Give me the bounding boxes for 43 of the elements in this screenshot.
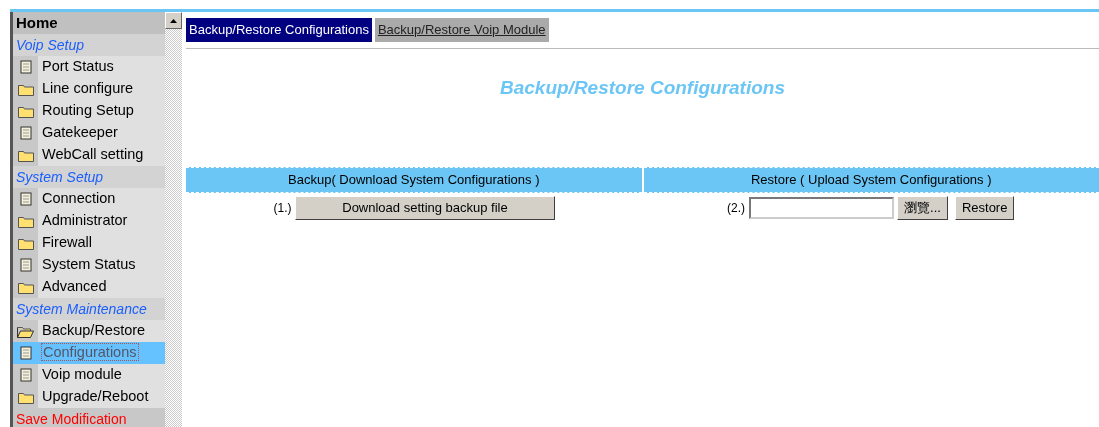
section-header: Backup( Download System Configurations ) xyxy=(186,167,642,193)
download-button[interactable]: Download setting backup file xyxy=(295,196,555,220)
folder-icon xyxy=(17,82,34,96)
menu-item[interactable]: Connection xyxy=(38,188,116,210)
menu-item[interactable]: Gatekeeper xyxy=(38,122,118,144)
section-header: Restore ( Upload System Configurations ) xyxy=(643,167,1099,193)
document-icon xyxy=(19,60,32,74)
up-arrow-icon xyxy=(170,18,177,23)
step-label: (1.) xyxy=(273,200,292,218)
document-icon xyxy=(19,192,32,206)
folder-icon xyxy=(17,280,34,294)
menu-item[interactable]: Administrator xyxy=(38,210,128,232)
menu-item[interactable]: Firewall xyxy=(38,232,92,254)
menu-item[interactable]: Upgrade/Reboot xyxy=(38,386,149,408)
menu-section-heading: Voip Setup xyxy=(13,34,165,56)
menu-item[interactable]: Port Status xyxy=(38,56,114,78)
tab[interactable]: Backup/Restore Voip Module xyxy=(374,18,549,42)
submenu-item[interactable]: Voip module xyxy=(38,364,122,386)
step-label: (2.) xyxy=(727,200,746,218)
tab[interactable]: Backup/Restore Configurations xyxy=(186,18,372,42)
menu-item[interactable]: Backup/Restore xyxy=(38,320,146,342)
folder-icon xyxy=(17,104,34,118)
restore-button[interactable]: Restore xyxy=(954,196,1015,220)
menu-section-heading: System Setup xyxy=(13,166,165,188)
menu-item[interactable]: Line configure xyxy=(38,78,134,100)
menu-item[interactable]: Advanced xyxy=(38,276,107,298)
scroll-up-button[interactable] xyxy=(165,12,182,29)
folder-icon xyxy=(17,236,34,250)
menu-item[interactable]: System Status xyxy=(38,254,136,276)
menu-section-heading: System Maintenance xyxy=(13,298,165,320)
document-icon xyxy=(19,126,32,140)
menu-home[interactable]: Home xyxy=(13,12,165,34)
document-icon xyxy=(19,368,32,382)
document-icon xyxy=(19,258,32,272)
menu-item[interactable]: WebCall setting xyxy=(38,144,144,166)
folder-icon xyxy=(17,148,34,162)
file-path-field[interactable] xyxy=(748,197,894,220)
folder-icon xyxy=(17,214,34,228)
page-title: Backup/Restore Configurations xyxy=(498,76,786,100)
document-icon xyxy=(19,346,32,360)
menu-item[interactable]: Routing Setup xyxy=(38,100,134,122)
browse-button[interactable]: 瀏覽... xyxy=(897,196,948,220)
scrollbar[interactable] xyxy=(165,12,182,427)
